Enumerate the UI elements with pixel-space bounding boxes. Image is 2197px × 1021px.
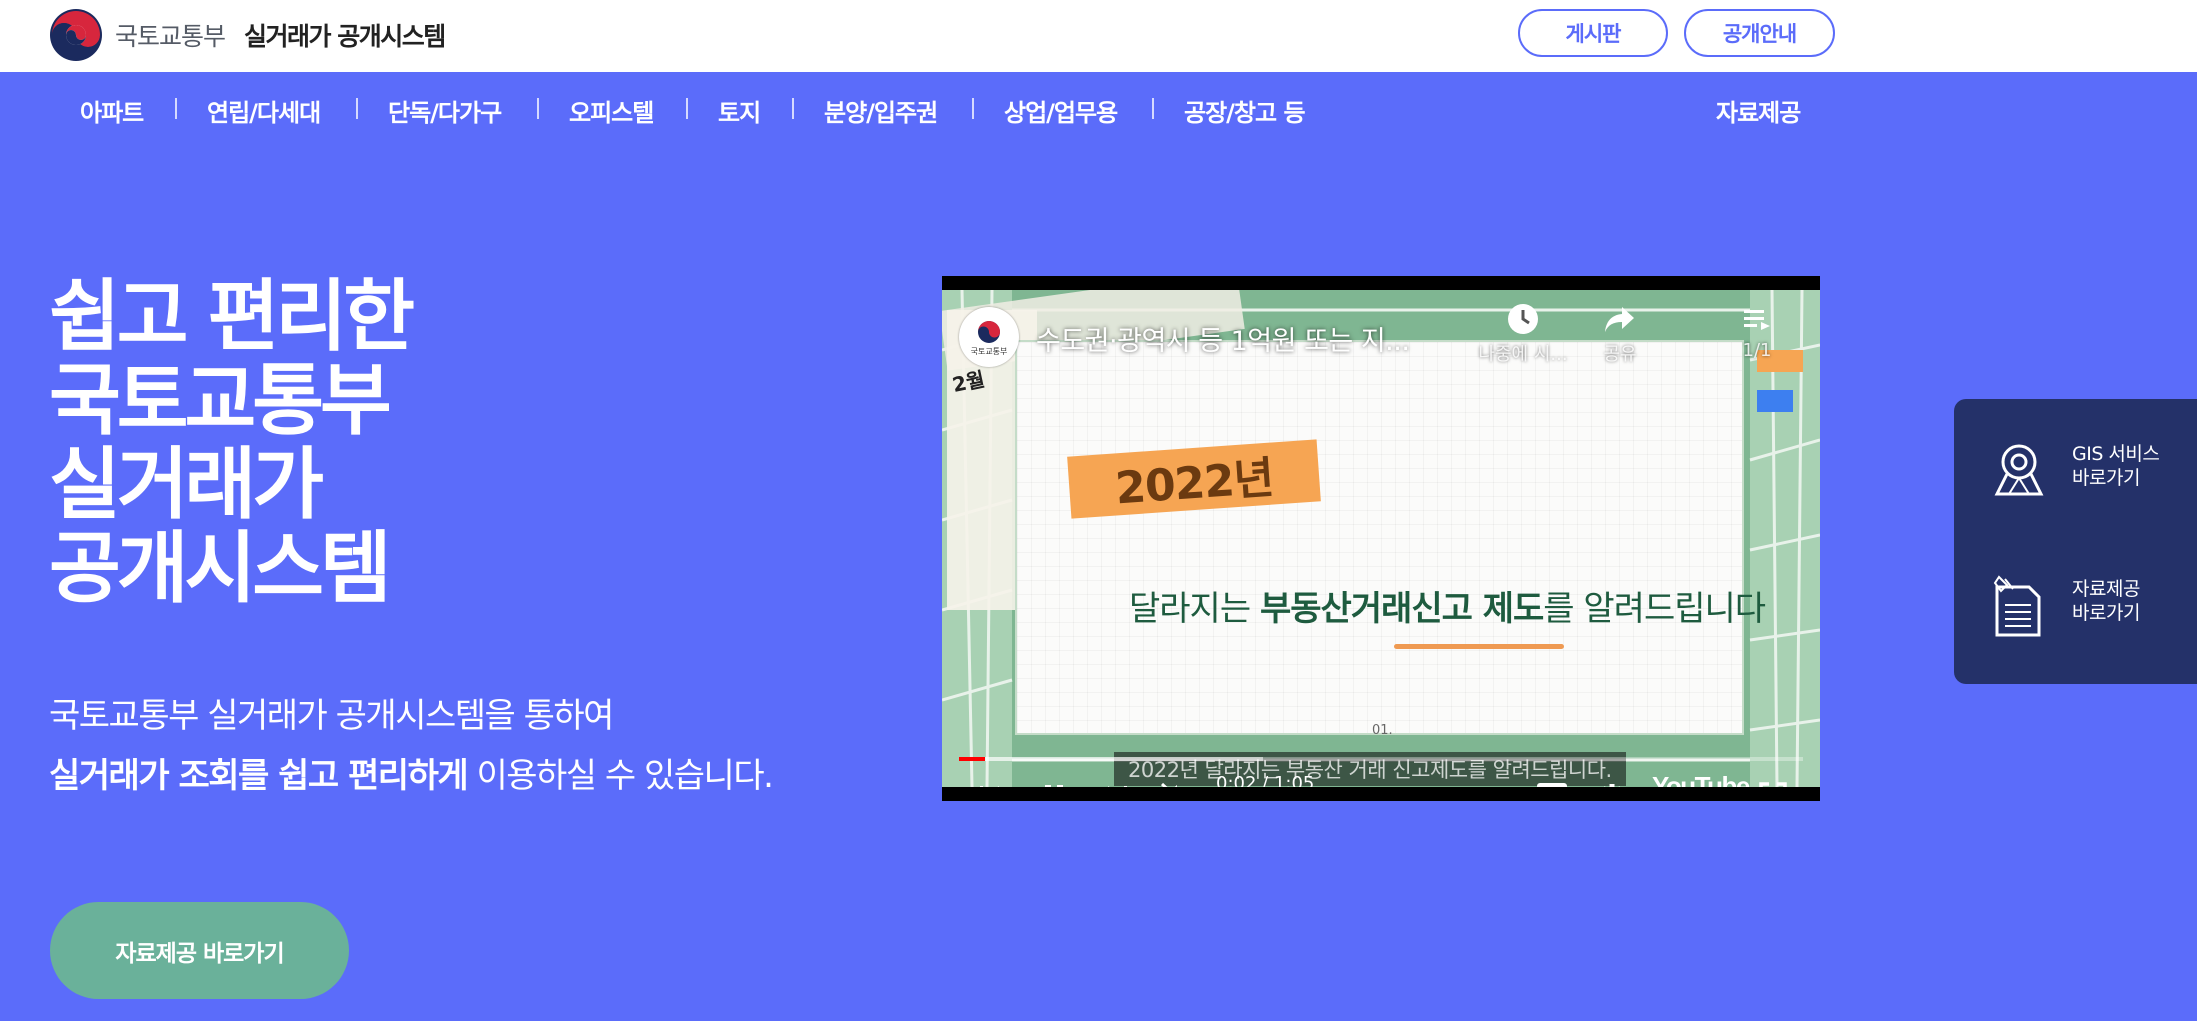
mute-icon[interactable] (1160, 782, 1194, 787)
share-button[interactable]: 공유 (1590, 302, 1650, 366)
settings-gear-icon[interactable] (1597, 782, 1627, 787)
hero-desc-rest: 이용하실 수 있습니다. (467, 756, 773, 796)
slide-number: 01. (1372, 723, 1393, 738)
slide-year-tag: 2022년 (1067, 439, 1321, 519)
hero-title-line: 실거래가 (49, 440, 324, 530)
hero-title-line: 국토교통부 (49, 356, 392, 446)
nav-item-detached-house[interactable]: 단독/다가구 (388, 93, 502, 128)
nav-item-presale-rights[interactable]: 분양/입주권 (824, 93, 938, 128)
channel-emblem-icon: 국토교통부 (971, 321, 1008, 356)
government-emblem-icon[interactable] (49, 8, 103, 62)
progress-played (959, 757, 986, 761)
channel-avatar-label: 국토교통부 (971, 347, 1008, 356)
nav-separator (537, 98, 539, 119)
channel-avatar[interactable]: 국토교통부 (959, 307, 1019, 367)
gis-link-line2: 바로가기 (2072, 467, 2140, 489)
watch-later-label: 나중에 시... (1478, 344, 1568, 365)
nav-separator (1152, 98, 1154, 119)
pause-icon[interactable] (1040, 782, 1068, 787)
nav-item-data-provision[interactable]: 자료제공 (1716, 93, 1801, 128)
slide-headline-post: 를 알려드립니다 (1543, 589, 1766, 629)
data-link-line1: 자료제공 (2072, 578, 2140, 600)
video-title[interactable]: 수도권·광역시 등 1억원 또는 지... (1036, 319, 1410, 358)
slide-underline (1394, 644, 1564, 649)
share-label: 공유 (1603, 344, 1637, 365)
clock-icon (1508, 304, 1538, 334)
video-slide: 2022년 달라지는 부동산거래신고 제도를 알려드립니다 (1015, 340, 1766, 735)
progress-buffered (959, 757, 1263, 761)
progress-bar[interactable] (959, 757, 1803, 761)
hero-desc-line1: 국토교통부 실거래가 공개시스템을 통하여 (49, 696, 614, 736)
data-link-line2: 바로가기 (2072, 602, 2140, 624)
gis-link-line1: GIS 서비스 (2072, 443, 2160, 465)
gis-service-link[interactable]: GIS 서비스 바로가기 (1954, 422, 2197, 512)
watch-later-button[interactable]: 나중에 시... (1468, 302, 1578, 366)
nav-item-commercial[interactable]: 상업/업무용 (1004, 93, 1118, 128)
hero-title-line: 쉽고 편리한 (49, 272, 415, 362)
nav-separator (175, 98, 177, 119)
disclosure-guide-button[interactable]: 공개안내 (1684, 9, 1835, 57)
playlist-icon (1744, 310, 1770, 330)
nav-separator (792, 98, 794, 119)
gis-link-label: GIS 서비스 바로가기 (2072, 442, 2160, 490)
previous-icon[interactable] (977, 782, 1003, 787)
nav-item-townhouse[interactable]: 연립/다세대 (207, 93, 321, 128)
nav-separator (356, 98, 358, 119)
nav-item-apartment[interactable]: 아파트 (80, 93, 144, 128)
fullscreen-icon[interactable] (1759, 782, 1787, 787)
system-name[interactable]: 실거래가 공개시스템 (244, 17, 446, 53)
ministry-name[interactable]: 국토교통부 (115, 17, 226, 53)
playlist-button[interactable]: 1/1 (1727, 302, 1787, 361)
data-provision-cta-button[interactable]: 자료제공 바로가기 (50, 902, 349, 999)
data-provision-link[interactable]: 자료제공 바로가기 (1954, 555, 2197, 645)
board-button[interactable]: 게시판 (1518, 9, 1668, 57)
hero-description: 국토교통부 실거래가 공개시스템을 통하여 실거래가 조회를 쉽고 편리하게 이… (49, 686, 774, 806)
quick-link-panel: GIS 서비스 바로가기 자료제공 바로가기 (1954, 399, 2197, 684)
data-link-label: 자료제공 바로가기 (2072, 577, 2140, 625)
next-icon[interactable] (1104, 782, 1130, 787)
video-player[interactable]: 2022년 달라지는 부동산거래신고 제도를 알려드립니다 2월 01. 국토교… (942, 276, 1820, 801)
youtube-logo[interactable]: YouTube (1652, 771, 1750, 787)
nav-item-land[interactable]: 토지 (718, 93, 761, 128)
map-pin-icon (1994, 444, 2044, 496)
slide-headline-bold: 부동산거래신고 제도 (1259, 589, 1544, 629)
nav-item-officetel[interactable]: 오피스텔 (569, 93, 654, 128)
subtitles-icon[interactable] (1536, 782, 1568, 787)
slide-headline: 달라지는 부동산거래신고 제도를 알려드립니다 (1129, 581, 1766, 630)
hero-title-line: 공개시스템 (49, 524, 392, 614)
nav-separator (972, 98, 974, 119)
hero-desc-emphasis: 실거래가 조회를 쉽고 편리하게 (49, 756, 469, 796)
video-frame[interactable]: 2022년 달라지는 부동산거래신고 제도를 알려드립니다 2월 01. 국토교… (942, 290, 1820, 787)
share-arrow-icon (1605, 307, 1634, 332)
document-icon (1993, 575, 2041, 637)
nav-separator (686, 98, 688, 119)
time-display: 0:02 / 1:05 (1216, 773, 1315, 787)
top-header: 국토교통부 실거래가 공개시스템 게시판 공개안내 (0, 0, 2197, 72)
nav-item-factory-warehouse[interactable]: 공장/창고 등 (1184, 93, 1306, 128)
slide-headline-pre: 달라지는 (1129, 589, 1260, 629)
hero-desc-line2: 실거래가 조회를 쉽고 편리하게 이용하실 수 있습니다. (49, 746, 774, 806)
hero-title: 쉽고 편리한 국토교통부 실거래가 공개시스템 (49, 275, 849, 611)
playlist-count: 1/1 (1742, 340, 1772, 361)
